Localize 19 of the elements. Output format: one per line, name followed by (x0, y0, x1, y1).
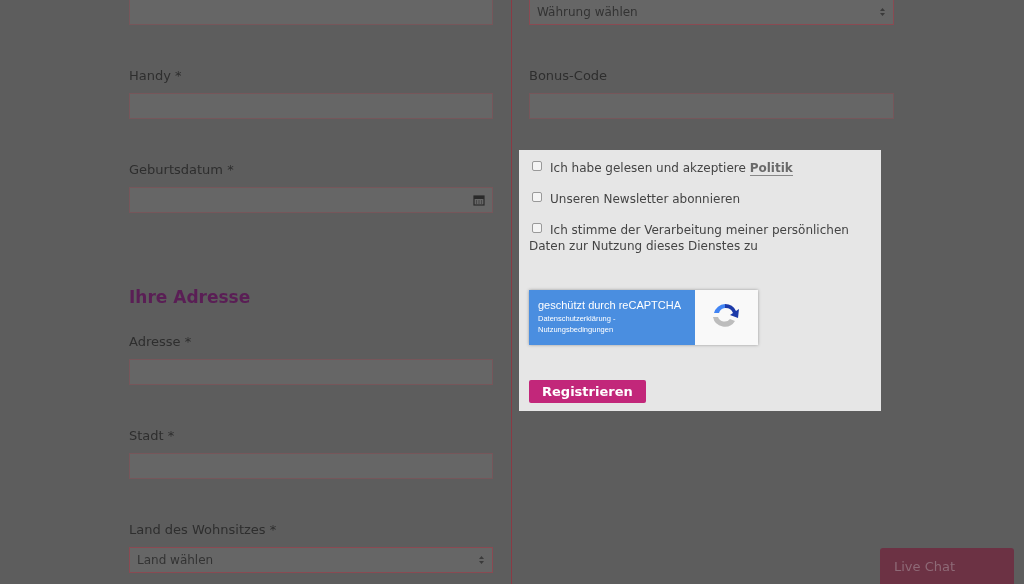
input-field[interactable] (129, 93, 493, 119)
consent-text: Ich stimme der Verarbeitung meiner persönlichen Daten zur Nutzung dieses Dienstes zu (529, 222, 850, 254)
checkbox[interactable] (532, 161, 542, 171)
input-field[interactable] (129, 0, 493, 25)
consent-text: Ich habe gelesen und akzeptiere Politik (529, 160, 793, 176)
register-button[interactable]: Registrieren (529, 380, 646, 403)
input-field[interactable] (529, 93, 894, 119)
checkbox[interactable] (532, 192, 542, 202)
updown-icon (478, 555, 485, 565)
section-heading: Ihre Adresse (129, 287, 252, 309)
input-field[interactable] (129, 453, 493, 479)
recaptcha-title: geschützt durch reCAPTCHA (538, 299, 683, 311)
live-chat-button[interactable]: Live Chat (880, 548, 1014, 584)
calendar-icon (473, 194, 485, 206)
checkbox[interactable] (532, 223, 542, 233)
updown-icon (879, 7, 886, 17)
date-field[interactable] (129, 187, 493, 213)
consent-text: Unseren Newsletter abonnieren (529, 191, 741, 207)
input-field[interactable] (129, 359, 493, 385)
